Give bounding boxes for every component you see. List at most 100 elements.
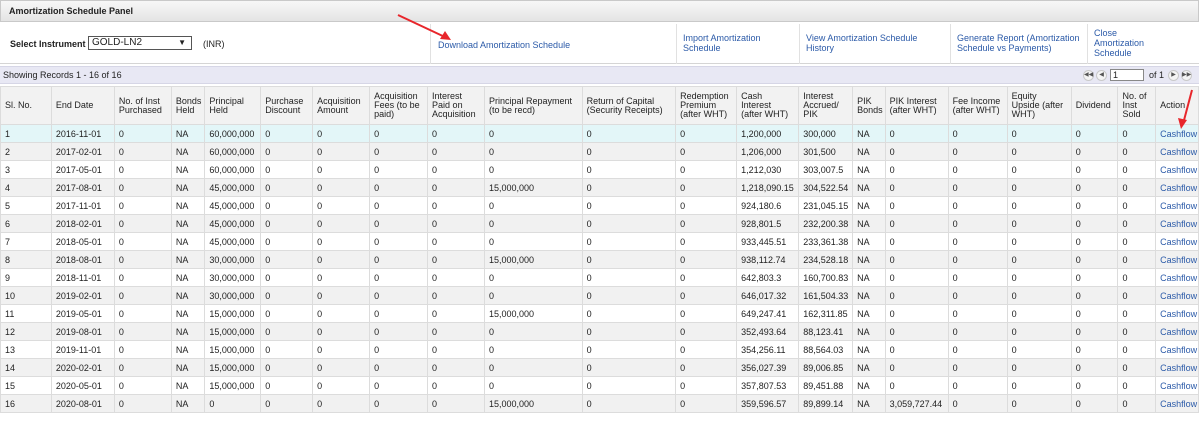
cashflow-link[interactable]: Cashflow — [1160, 399, 1197, 409]
cashflow-link[interactable]: Cashflow — [1160, 237, 1197, 247]
table-cell: 0 — [427, 268, 485, 287]
table-cell: 0 — [113, 322, 172, 341]
table-cell: 11 — [0, 304, 52, 323]
table-cell: 15,000,000 — [204, 304, 262, 323]
cashflow-link[interactable]: Cashflow — [1160, 129, 1197, 139]
currency-label: (INR) — [203, 39, 225, 49]
cashflow-link[interactable]: Cashflow — [1160, 363, 1197, 373]
cashflow-link[interactable]: Cashflow — [1160, 309, 1197, 319]
table-cell: 0 — [1006, 322, 1072, 341]
table-cell: 0 — [260, 214, 314, 233]
table-cell: 0 — [1070, 142, 1119, 161]
table-cell: 0 — [260, 322, 314, 341]
table-cell: 0 — [260, 196, 314, 215]
table-cell: 0 — [884, 232, 949, 251]
table-cell: NA — [170, 178, 206, 197]
next-page-icon[interactable]: ▶ — [1168, 70, 1179, 81]
table-cell: 0 — [675, 394, 738, 413]
table-cell: NA — [852, 340, 886, 359]
generate-report-link[interactable]: Generate Report (Amortization Schedule v… — [957, 33, 1080, 53]
cashflow-link[interactable]: Cashflow — [1160, 381, 1197, 391]
table-cell: 0 — [427, 250, 485, 269]
cashflow-link[interactable]: Cashflow — [1160, 345, 1197, 355]
table-cell: 0 — [884, 322, 949, 341]
table-cell: 0 — [581, 268, 677, 287]
table-cell: 0 — [369, 340, 429, 359]
table-cell: 0 — [113, 304, 172, 323]
table-cell: NA — [852, 394, 886, 413]
cashflow-link[interactable]: Cashflow — [1160, 255, 1197, 265]
table-row: 11 2019-05-01 0 NA 15,000,000 0 0 0 0 15,000,000 0… — [0, 304, 1199, 323]
instrument-select[interactable]: GOLD-LN2 ▼ — [88, 36, 192, 50]
table-cell: 9 — [0, 268, 52, 287]
table-cell: 0 — [312, 124, 371, 143]
table-cell: 2020-02-01 — [50, 358, 115, 377]
table-cell: 0 — [947, 178, 1008, 197]
table-cell: NA — [852, 142, 886, 161]
history-link-line: View Amortization Schedule — [806, 33, 918, 43]
red-arrow-icon — [397, 14, 451, 40]
close-schedule-link[interactable]: Close Amortization Schedule — [1094, 28, 1144, 58]
cashflow-link[interactable]: Cashflow — [1160, 273, 1197, 283]
table-cell: 0 — [1117, 124, 1157, 143]
table-cell: Cashflow — [1155, 232, 1199, 251]
column-header: Interest Paid on Acquisition — [427, 86, 485, 125]
table-cell: Cashflow — [1155, 250, 1199, 269]
table-cell: 2019-11-01 — [50, 340, 115, 359]
table-cell: NA — [170, 250, 206, 269]
table-cell: 0 — [675, 358, 738, 377]
cashflow-link[interactable]: Cashflow — [1160, 147, 1197, 157]
table-cell: 160,700.83 — [798, 268, 854, 287]
table-cell: 0 — [947, 250, 1008, 269]
table-cell: 0 — [1070, 304, 1119, 323]
table-cell: 0 — [113, 160, 172, 179]
table-cell: 0 — [1070, 214, 1119, 233]
table-cell: 0 — [113, 394, 172, 413]
table-cell: 60,000,000 — [204, 124, 262, 143]
table-cell: 0 — [483, 322, 583, 341]
table-cell: 0 — [1070, 250, 1119, 269]
cashflow-link[interactable]: Cashflow — [1160, 201, 1197, 211]
table-cell: 16 — [0, 394, 52, 413]
first-page-icon[interactable]: ◀◀ — [1083, 70, 1094, 81]
table-cell: 0 — [1006, 376, 1072, 395]
report-link-line: Schedule vs Payments) — [957, 43, 1052, 53]
view-history-link[interactable]: View Amortization Schedule History — [806, 33, 917, 53]
column-header: Sl. No. — [0, 86, 52, 125]
cashflow-link[interactable]: Cashflow — [1160, 291, 1197, 301]
page-number-input[interactable]: 1 — [1110, 69, 1144, 81]
table-cell: 2018-08-01 — [50, 250, 115, 269]
table-cell: 0 — [312, 376, 371, 395]
records-bar: Showing Records 1 - 16 of 16 ◀◀ ◀ 1 of 1… — [0, 66, 1199, 84]
table-cell: 161,504.33 — [798, 286, 854, 305]
cashflow-link[interactable]: Cashflow — [1160, 327, 1197, 337]
table-cell: 0 — [1117, 376, 1157, 395]
toolbar-divider — [676, 24, 677, 64]
cashflow-link[interactable]: Cashflow — [1160, 183, 1197, 193]
table-cell: 0 — [947, 232, 1008, 251]
table-cell: 234,528.18 — [798, 250, 854, 269]
table-cell: 2019-02-01 — [50, 286, 115, 305]
page-count: of 1 — [1149, 70, 1165, 80]
download-schedule-link[interactable]: Download Amortization Schedule — [438, 40, 570, 50]
prev-page-icon[interactable]: ◀ — [1096, 70, 1107, 81]
table-cell: 0 — [1117, 214, 1157, 233]
table-cell: NA — [170, 142, 206, 161]
table-cell: 3 — [0, 160, 52, 179]
table-cell: 0 — [427, 214, 485, 233]
last-page-icon[interactable]: ▶▶ — [1181, 70, 1192, 81]
table-cell: 0 — [581, 196, 677, 215]
table-cell: 6 — [0, 214, 52, 233]
table-cell: 0 — [427, 340, 485, 359]
table-cell: 0 — [884, 160, 949, 179]
table-cell: 0 — [947, 286, 1008, 305]
table-cell: 0 — [884, 340, 949, 359]
table-cell: Cashflow — [1155, 394, 1199, 413]
table-cell: NA — [852, 160, 886, 179]
table-cell: 649,247.41 — [736, 304, 800, 323]
cashflow-link[interactable]: Cashflow — [1160, 219, 1197, 229]
cashflow-link[interactable]: Cashflow — [1160, 165, 1197, 175]
import-schedule-link[interactable]: Import Amortization Schedule — [683, 33, 761, 53]
table-cell: 0 — [312, 358, 371, 377]
table-cell: 0 — [581, 376, 677, 395]
